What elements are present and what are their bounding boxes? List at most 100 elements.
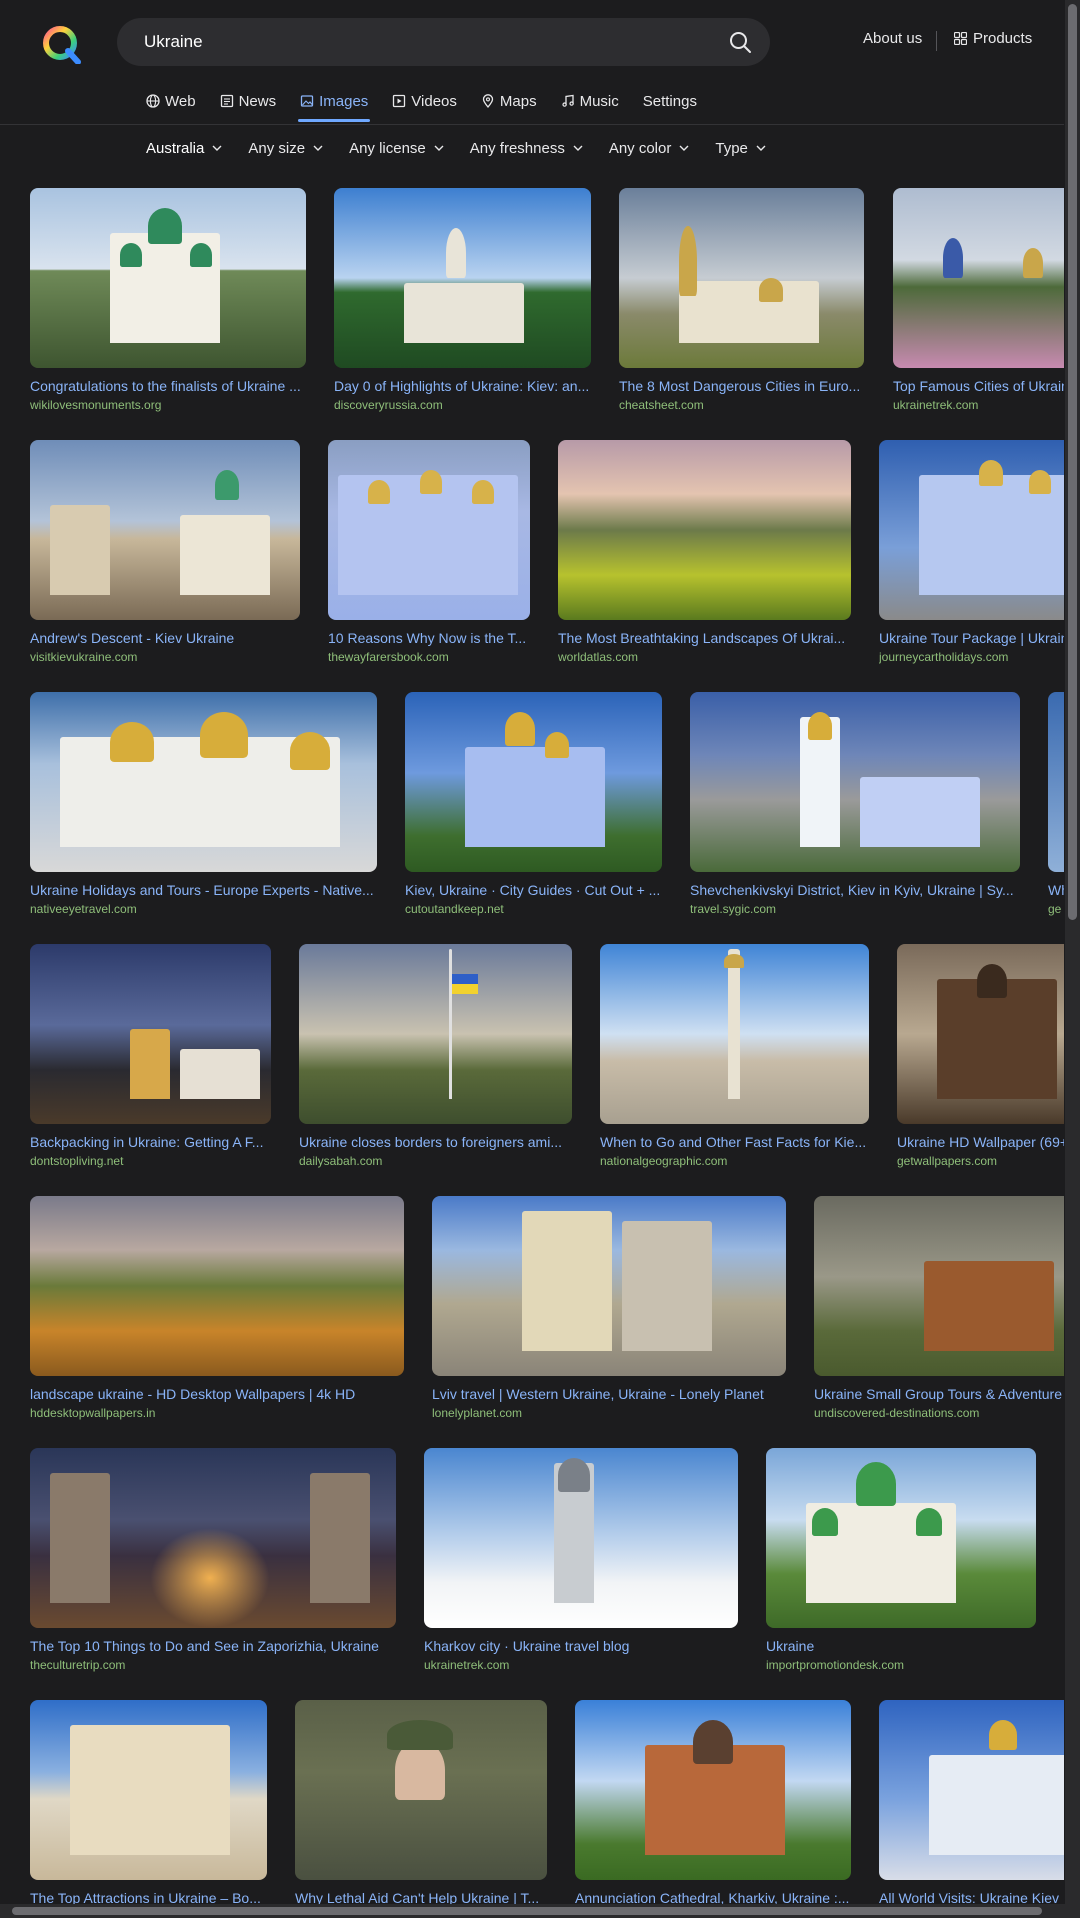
result-title[interactable]: Congratulations to the finalists of Ukra…: [30, 378, 306, 394]
result-thumbnail[interactable]: [690, 692, 1020, 872]
image-result[interactable]: Why Lethal Aid Can't Help Ukraine | T...: [295, 1700, 547, 1906]
result-title[interactable]: The Most Breathtaking Landscapes Of Ukra…: [558, 630, 851, 646]
image-result[interactable]: When to Go and Other Fast Facts for Kie.…: [600, 944, 869, 1168]
result-title[interactable]: Ukraine Small Group Tours & Adventure: [814, 1386, 1064, 1402]
result-title[interactable]: Top Famous Cities of Ukraine: [893, 378, 1064, 394]
result-thumbnail[interactable]: [766, 1448, 1036, 1628]
image-result[interactable]: Lviv travel | Western Ukraine, Ukraine -…: [432, 1196, 786, 1420]
result-thumbnail[interactable]: [600, 944, 869, 1124]
result-title[interactable]: Lviv travel | Western Ukraine, Ukraine -…: [432, 1386, 786, 1402]
result-title[interactable]: Shevchenkivskyi District, Kiev in Kyiv, …: [690, 882, 1020, 898]
tab-news[interactable]: News: [220, 90, 276, 112]
result-thumbnail[interactable]: [295, 1700, 547, 1880]
result-thumbnail[interactable]: [879, 1700, 1064, 1880]
result-thumbnail[interactable]: [558, 440, 851, 620]
result-thumbnail[interactable]: [424, 1448, 738, 1628]
result-thumbnail[interactable]: [897, 944, 1064, 1124]
image-result[interactable]: 10 Reasons Why Now is the T... thewayfar…: [328, 440, 530, 664]
image-result[interactable]: The Top Attractions in Ukraine – Bo...: [30, 1700, 267, 1906]
image-result[interactable]: Shevchenkivskyi District, Kiev in Kyiv, …: [690, 692, 1020, 916]
result-thumbnail[interactable]: [893, 188, 1064, 368]
tab-maps[interactable]: Maps: [481, 90, 537, 112]
result-source: ukrainetrek.com: [424, 1658, 510, 1672]
result-thumbnail[interactable]: [405, 692, 662, 872]
result-title[interactable]: Andrew's Descent - Kiev Ukraine: [30, 630, 300, 646]
filter-label: Type: [715, 139, 748, 157]
result-title[interactable]: Wh: [1048, 882, 1064, 898]
image-result[interactable]: landscape ukraine - HD Desktop Wallpaper…: [30, 1196, 404, 1420]
image-result[interactable]: Andrew's Descent - Kiev Ukraine visitkie…: [30, 440, 300, 664]
image-result[interactable]: Kharkov city · Ukraine travel blog ukrai…: [424, 1448, 738, 1672]
result-thumbnail[interactable]: [432, 1196, 786, 1376]
image-result[interactable]: The 8 Most Dangerous Cities in Euro... c…: [619, 188, 864, 412]
image-result[interactable]: Ukraine importpromotiondesk.com: [766, 1448, 1036, 1672]
qwant-logo-icon[interactable]: [40, 24, 84, 64]
result-title[interactable]: Kiev, Ukraine · City Guides · Cut Out + …: [405, 882, 662, 898]
result-title[interactable]: Ukraine Holidays and Tours - Europe Expe…: [30, 882, 377, 898]
result-thumbnail[interactable]: [30, 1700, 267, 1880]
vertical-scrollbar[interactable]: [1065, 0, 1080, 1918]
license-filter[interactable]: Any license: [349, 138, 444, 158]
result-thumbnail[interactable]: [30, 188, 306, 368]
image-result[interactable]: Ukraine Small Group Tours & Adventure un…: [814, 1196, 1064, 1420]
top-bar: About us Products Web News Images Videos: [0, 0, 1064, 125]
result-title[interactable]: Ukraine closes borders to foreigners ami…: [299, 1134, 572, 1150]
result-thumbnail[interactable]: [1048, 692, 1064, 872]
freshness-filter[interactable]: Any freshness: [470, 138, 583, 158]
image-result[interactable]: Congratulations to the finalists of Ukra…: [30, 188, 306, 412]
result-title[interactable]: Kharkov city · Ukraine travel blog: [424, 1638, 738, 1654]
result-title[interactable]: 10 Reasons Why Now is the T...: [328, 630, 530, 646]
image-result[interactable]: Ukraine closes borders to foreigners ami…: [299, 944, 572, 1168]
result-title[interactable]: Ukraine: [766, 1638, 1036, 1654]
result-title[interactable]: When to Go and Other Fast Facts for Kie.…: [600, 1134, 869, 1150]
tab-label: Images: [319, 92, 369, 110]
result-title[interactable]: Backpacking in Ukraine: Getting A F...: [30, 1134, 271, 1150]
tab-images[interactable]: Images: [298, 90, 371, 122]
image-result[interactable]: Wh ge: [1048, 692, 1064, 916]
products-button[interactable]: Products: [954, 30, 1032, 47]
image-result[interactable]: Ukraine Holidays and Tours - Europe Expe…: [30, 692, 377, 916]
result-thumbnail[interactable]: [30, 1196, 404, 1376]
result-thumbnail[interactable]: [879, 440, 1064, 620]
result-thumbnail[interactable]: [619, 188, 864, 368]
result-thumbnail[interactable]: [334, 188, 591, 368]
image-result[interactable]: Annunciation Cathedral, Kharkiv, Ukraine…: [575, 1700, 851, 1906]
result-title[interactable]: Ukraine Tour Package | Ukraine: [879, 630, 1064, 646]
color-filter[interactable]: Any color: [609, 138, 690, 158]
type-filter[interactable]: Type: [715, 138, 766, 158]
result-title[interactable]: The 8 Most Dangerous Cities in Euro...: [619, 378, 864, 394]
result-thumbnail[interactable]: [328, 440, 530, 620]
search-input[interactable]: [144, 30, 704, 54]
image-result[interactable]: Ukraine Tour Package | Ukraine journeyca…: [879, 440, 1064, 664]
tab-settings[interactable]: Settings: [643, 90, 697, 112]
tab-music[interactable]: Music: [561, 90, 619, 112]
result-thumbnail[interactable]: [30, 944, 271, 1124]
tab-videos[interactable]: Videos: [392, 90, 457, 112]
image-result[interactable]: The Top 10 Things to Do and See in Zapor…: [30, 1448, 396, 1672]
image-result[interactable]: The Most Breathtaking Landscapes Of Ukra…: [558, 440, 851, 664]
image-result[interactable]: Ukraine HD Wallpaper (69+ getwallpapers.…: [897, 944, 1064, 1168]
result-thumbnail[interactable]: [30, 1448, 396, 1628]
about-us-link[interactable]: About us: [863, 30, 922, 47]
tab-web[interactable]: Web: [146, 90, 196, 112]
image-result[interactable]: Top Famous Cities of Ukraine ukrainetrek…: [893, 188, 1064, 412]
result-thumbnail[interactable]: [299, 944, 572, 1124]
result-title[interactable]: landscape ukraine - HD Desktop Wallpaper…: [30, 1386, 404, 1402]
image-result[interactable]: All World Visits: Ukraine Kiev: [879, 1700, 1064, 1906]
vertical-scrollbar-thumb[interactable]: [1068, 4, 1077, 920]
result-thumbnail[interactable]: [814, 1196, 1064, 1376]
image-result[interactable]: Backpacking in Ukraine: Getting A F... d…: [30, 944, 271, 1168]
result-thumbnail[interactable]: [30, 692, 377, 872]
result-title[interactable]: Ukraine HD Wallpaper (69+: [897, 1134, 1064, 1150]
image-result[interactable]: Day 0 of Highlights of Ukraine: Kiev: an…: [334, 188, 591, 412]
search-icon[interactable]: [728, 30, 752, 54]
horizontal-scrollbar-thumb[interactable]: [12, 1907, 1042, 1915]
result-thumbnail[interactable]: [30, 440, 300, 620]
horizontal-scrollbar[interactable]: [0, 1904, 1065, 1918]
size-filter[interactable]: Any size: [248, 138, 323, 158]
result-title[interactable]: Day 0 of Highlights of Ukraine: Kiev: an…: [334, 378, 591, 394]
region-filter[interactable]: Australia: [146, 138, 222, 158]
result-thumbnail[interactable]: [575, 1700, 851, 1880]
result-title[interactable]: The Top 10 Things to Do and See in Zapor…: [30, 1638, 396, 1654]
image-result[interactable]: Kiev, Ukraine · City Guides · Cut Out + …: [405, 692, 662, 916]
